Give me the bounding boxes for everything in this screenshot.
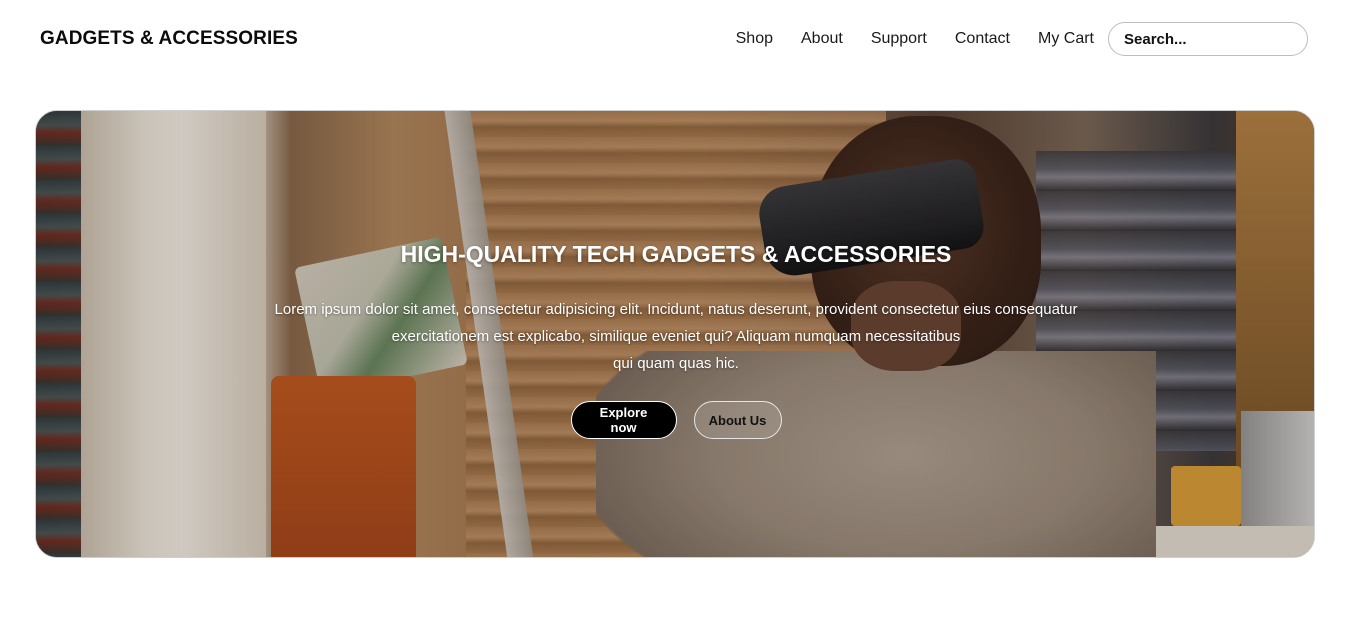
hero-title: HIGH-QUALITY TECH GADGETS & ACCESSORIES	[400, 241, 952, 267]
hero-banner: HIGH-QUALITY TECH GADGETS & ACCESSORIES …	[35, 110, 1315, 558]
nav-link-my-cart[interactable]: My Cart	[1038, 30, 1094, 48]
main-nav: Shop About Support Contact My Cart	[736, 22, 1308, 56]
hero-content: HIGH-QUALITY TECH GADGETS & ACCESSORIES …	[36, 111, 1314, 557]
nav-link-contact[interactable]: Contact	[955, 30, 1010, 48]
nav-link-shop[interactable]: Shop	[736, 30, 773, 48]
brand-logo-text[interactable]: GADGETS & ACCESSORIES	[40, 28, 298, 50]
explore-now-button[interactable]: Explore now	[570, 401, 677, 439]
about-us-button[interactable]: About Us	[693, 401, 782, 439]
hero-description-line: exercitationem est explicabo, similique …	[391, 328, 961, 345]
hero-buttons: Explore now About Us	[36, 401, 1314, 439]
search-input[interactable]	[1108, 22, 1308, 56]
site-header: GADGETS & ACCESSORIES Shop About Support…	[0, 0, 1348, 80]
hero-description: Lorem ipsum dolor sit amet, consectetur …	[236, 296, 1116, 377]
hero-description-line: qui quam quas hic.	[613, 355, 739, 372]
hero-description-line: Lorem ipsum dolor sit amet, consectetur …	[274, 301, 1078, 318]
nav-link-about[interactable]: About	[801, 30, 843, 48]
nav-link-support[interactable]: Support	[871, 30, 927, 48]
